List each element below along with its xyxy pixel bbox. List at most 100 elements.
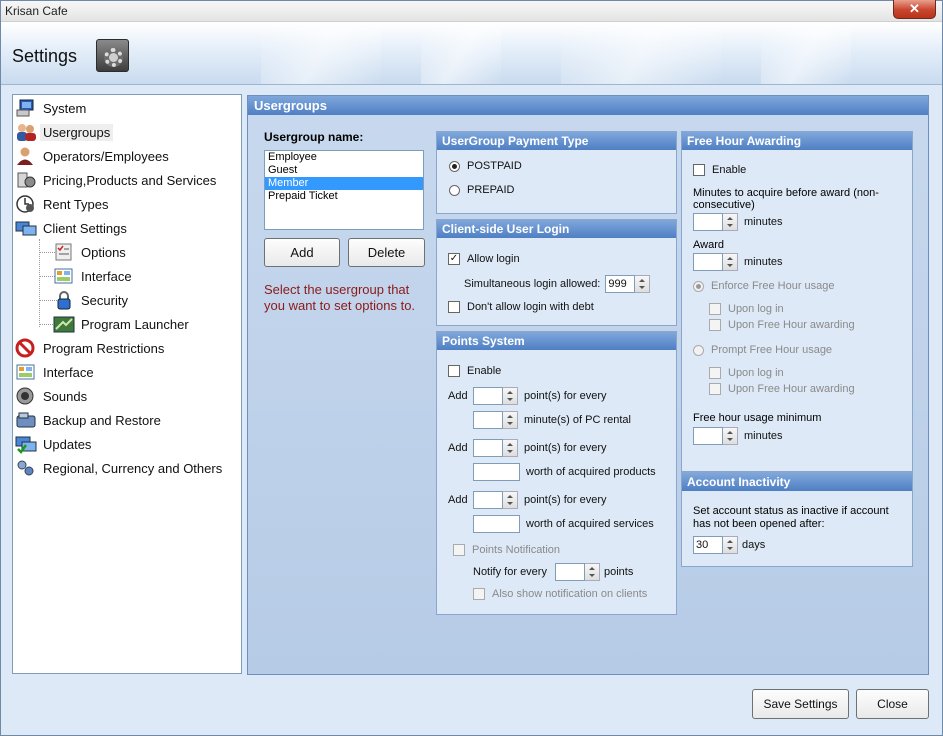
debt-checkbox[interactable]: Don't allow login with debt <box>448 301 594 313</box>
stepper-field[interactable] <box>473 411 503 429</box>
lock-icon <box>53 290 75 310</box>
sidebar-item-program-launcher[interactable]: Program Launcher <box>53 313 189 335</box>
stepper-arrows[interactable] <box>503 387 518 405</box>
stepper-arrows[interactable] <box>503 411 518 429</box>
enforce-upon-login-checkbox[interactable]: Upon log in <box>709 303 784 315</box>
inactivity-days-value[interactable]: 30 <box>693 536 723 554</box>
award-label: Award <box>693 239 724 251</box>
services-row: worth of acquired services <box>473 515 654 533</box>
notify-every-label: Notify for every <box>473 566 547 578</box>
sidebar-item-usergroups[interactable]: Usergroups <box>15 121 114 143</box>
notify-stepper[interactable] <box>554 563 600 581</box>
prompt-upon-login-checkbox[interactable]: Upon log in <box>709 367 784 379</box>
stepper-arrows[interactable] <box>584 563 600 581</box>
inactivity-days-stepper[interactable]: 30 <box>693 536 738 554</box>
list-item[interactable]: Guest <box>265 164 423 177</box>
points-stepper[interactable] <box>473 491 518 509</box>
checkbox-disabled[interactable] <box>453 544 465 556</box>
stepper-arrows[interactable] <box>723 427 738 445</box>
minutes-label: minutes <box>744 216 783 228</box>
checkbox-unchecked[interactable] <box>448 301 460 313</box>
simultaneous-login-stepper[interactable]: 999 <box>605 275 651 293</box>
sidebar-item-regional[interactable]: Regional, Currency and Others <box>15 457 222 479</box>
checkbox-unchecked[interactable] <box>693 164 705 176</box>
sidebar-item-client-settings[interactable]: Client Settings <box>15 217 127 239</box>
points-services-row: Add point(s) for every <box>448 491 607 509</box>
simultaneous-login-value[interactable]: 999 <box>605 275 636 293</box>
min-usage-stepper[interactable] <box>693 427 738 445</box>
sidebar-item-program-restrictions[interactable]: Program Restrictions <box>15 337 164 359</box>
sidebar-item-backup[interactable]: Backup and Restore <box>15 409 161 431</box>
stepper-arrows[interactable] <box>503 439 518 457</box>
stepper-field[interactable] <box>473 387 503 405</box>
sidebar-item-operators[interactable]: Operators/Employees <box>15 145 169 167</box>
sidebar-item-sounds[interactable]: Sounds <box>15 385 87 407</box>
points-notification-checkbox[interactable]: Points Notification <box>453 544 560 556</box>
points-for-every-label: point(s) for every <box>524 494 607 506</box>
stepper-field[interactable] <box>693 213 723 231</box>
stepper-field[interactable] <box>693 427 723 445</box>
checkbox-disabled[interactable] <box>473 588 485 600</box>
radio-disabled-on[interactable] <box>693 280 704 292</box>
minutes-stepper[interactable] <box>473 411 518 429</box>
sidebar-item-options[interactable]: Options <box>53 241 126 263</box>
checkbox-disabled[interactable] <box>709 319 721 331</box>
stepper-field[interactable] <box>693 253 723 271</box>
window-close-button[interactable]: ✕ <box>893 0 936 19</box>
sidebar-item-label: Program Launcher <box>81 316 189 332</box>
prompt-radio[interactable]: Prompt Free Hour usage <box>693 344 832 356</box>
stepper-arrows[interactable] <box>635 275 651 293</box>
close-button[interactable]: Close <box>856 689 929 719</box>
header-stripe <box>561 22 721 84</box>
pricing-icon <box>15 170 37 190</box>
enforce-upon-award-checkbox[interactable]: Upon Free Hour awarding <box>709 319 855 331</box>
list-item-selected[interactable]: Member <box>265 177 423 190</box>
checkbox-checked[interactable]: ✓ <box>448 253 460 265</box>
freehour-enable-checkbox[interactable]: Enable <box>693 164 746 176</box>
postpaid-label: POSTPAID <box>467 160 522 172</box>
usergroup-list[interactable]: Employee Guest Member Prepaid Ticket <box>264 150 424 230</box>
minutes-acquire-stepper[interactable] <box>693 213 738 231</box>
sidebar-item-updates[interactable]: Updates <box>15 433 91 455</box>
stepper-arrows[interactable] <box>723 213 738 231</box>
allow-login-checkbox[interactable]: ✓ Allow login <box>448 253 520 265</box>
stepper-field[interactable] <box>473 491 503 509</box>
also-show-checkbox[interactable]: Also show notification on clients <box>473 588 647 600</box>
enforce-radio[interactable]: Enforce Free Hour usage <box>693 280 835 292</box>
checkbox-disabled[interactable] <box>709 367 721 379</box>
radio-disabled[interactable] <box>693 344 704 356</box>
radio-off[interactable] <box>449 184 460 196</box>
radio-on[interactable] <box>449 160 460 172</box>
stepper-field[interactable] <box>473 439 503 457</box>
sidebar-item-interface[interactable]: Interface <box>15 361 94 383</box>
list-item[interactable]: Prepaid Ticket <box>265 190 423 203</box>
products-amount-input[interactable] <box>473 463 520 481</box>
points-enable-checkbox[interactable]: Enable <box>448 365 501 377</box>
updates-icon <box>15 434 37 454</box>
stepper-arrows[interactable] <box>723 536 738 554</box>
save-settings-button[interactable]: Save Settings <box>752 689 849 719</box>
prompt-upon-award-checkbox[interactable]: Upon Free Hour awarding <box>709 383 855 395</box>
minutes-label: minutes <box>744 430 783 442</box>
header-stripe <box>261 22 381 84</box>
checkbox-disabled[interactable] <box>709 303 721 315</box>
sidebar-item-rent-types[interactable]: Rent Types <box>15 193 109 215</box>
stepper-arrows[interactable] <box>723 253 738 271</box>
checkbox-unchecked[interactable] <box>448 365 460 377</box>
points-stepper[interactable] <box>473 387 518 405</box>
sidebar-item-client-interface[interactable]: Interface <box>53 265 132 287</box>
add-usergroup-button[interactable]: Add <box>264 238 340 267</box>
sidebar-item-pricing[interactable]: Pricing,Products and Services <box>15 169 216 191</box>
delete-usergroup-button[interactable]: Delete <box>348 238 425 267</box>
stepper-field[interactable] <box>554 563 585 581</box>
award-stepper[interactable] <box>693 253 738 271</box>
points-stepper[interactable] <box>473 439 518 457</box>
list-item[interactable]: Employee <box>265 151 423 164</box>
postpaid-radio[interactable]: POSTPAID <box>449 160 522 172</box>
checkbox-disabled[interactable] <box>709 383 721 395</box>
sidebar-item-security[interactable]: Security <box>53 289 128 311</box>
prepaid-radio[interactable]: PREPAID <box>449 184 514 196</box>
services-amount-input[interactable] <box>473 515 520 533</box>
sidebar-item-system[interactable]: System <box>15 97 86 119</box>
stepper-arrows[interactable] <box>503 491 518 509</box>
